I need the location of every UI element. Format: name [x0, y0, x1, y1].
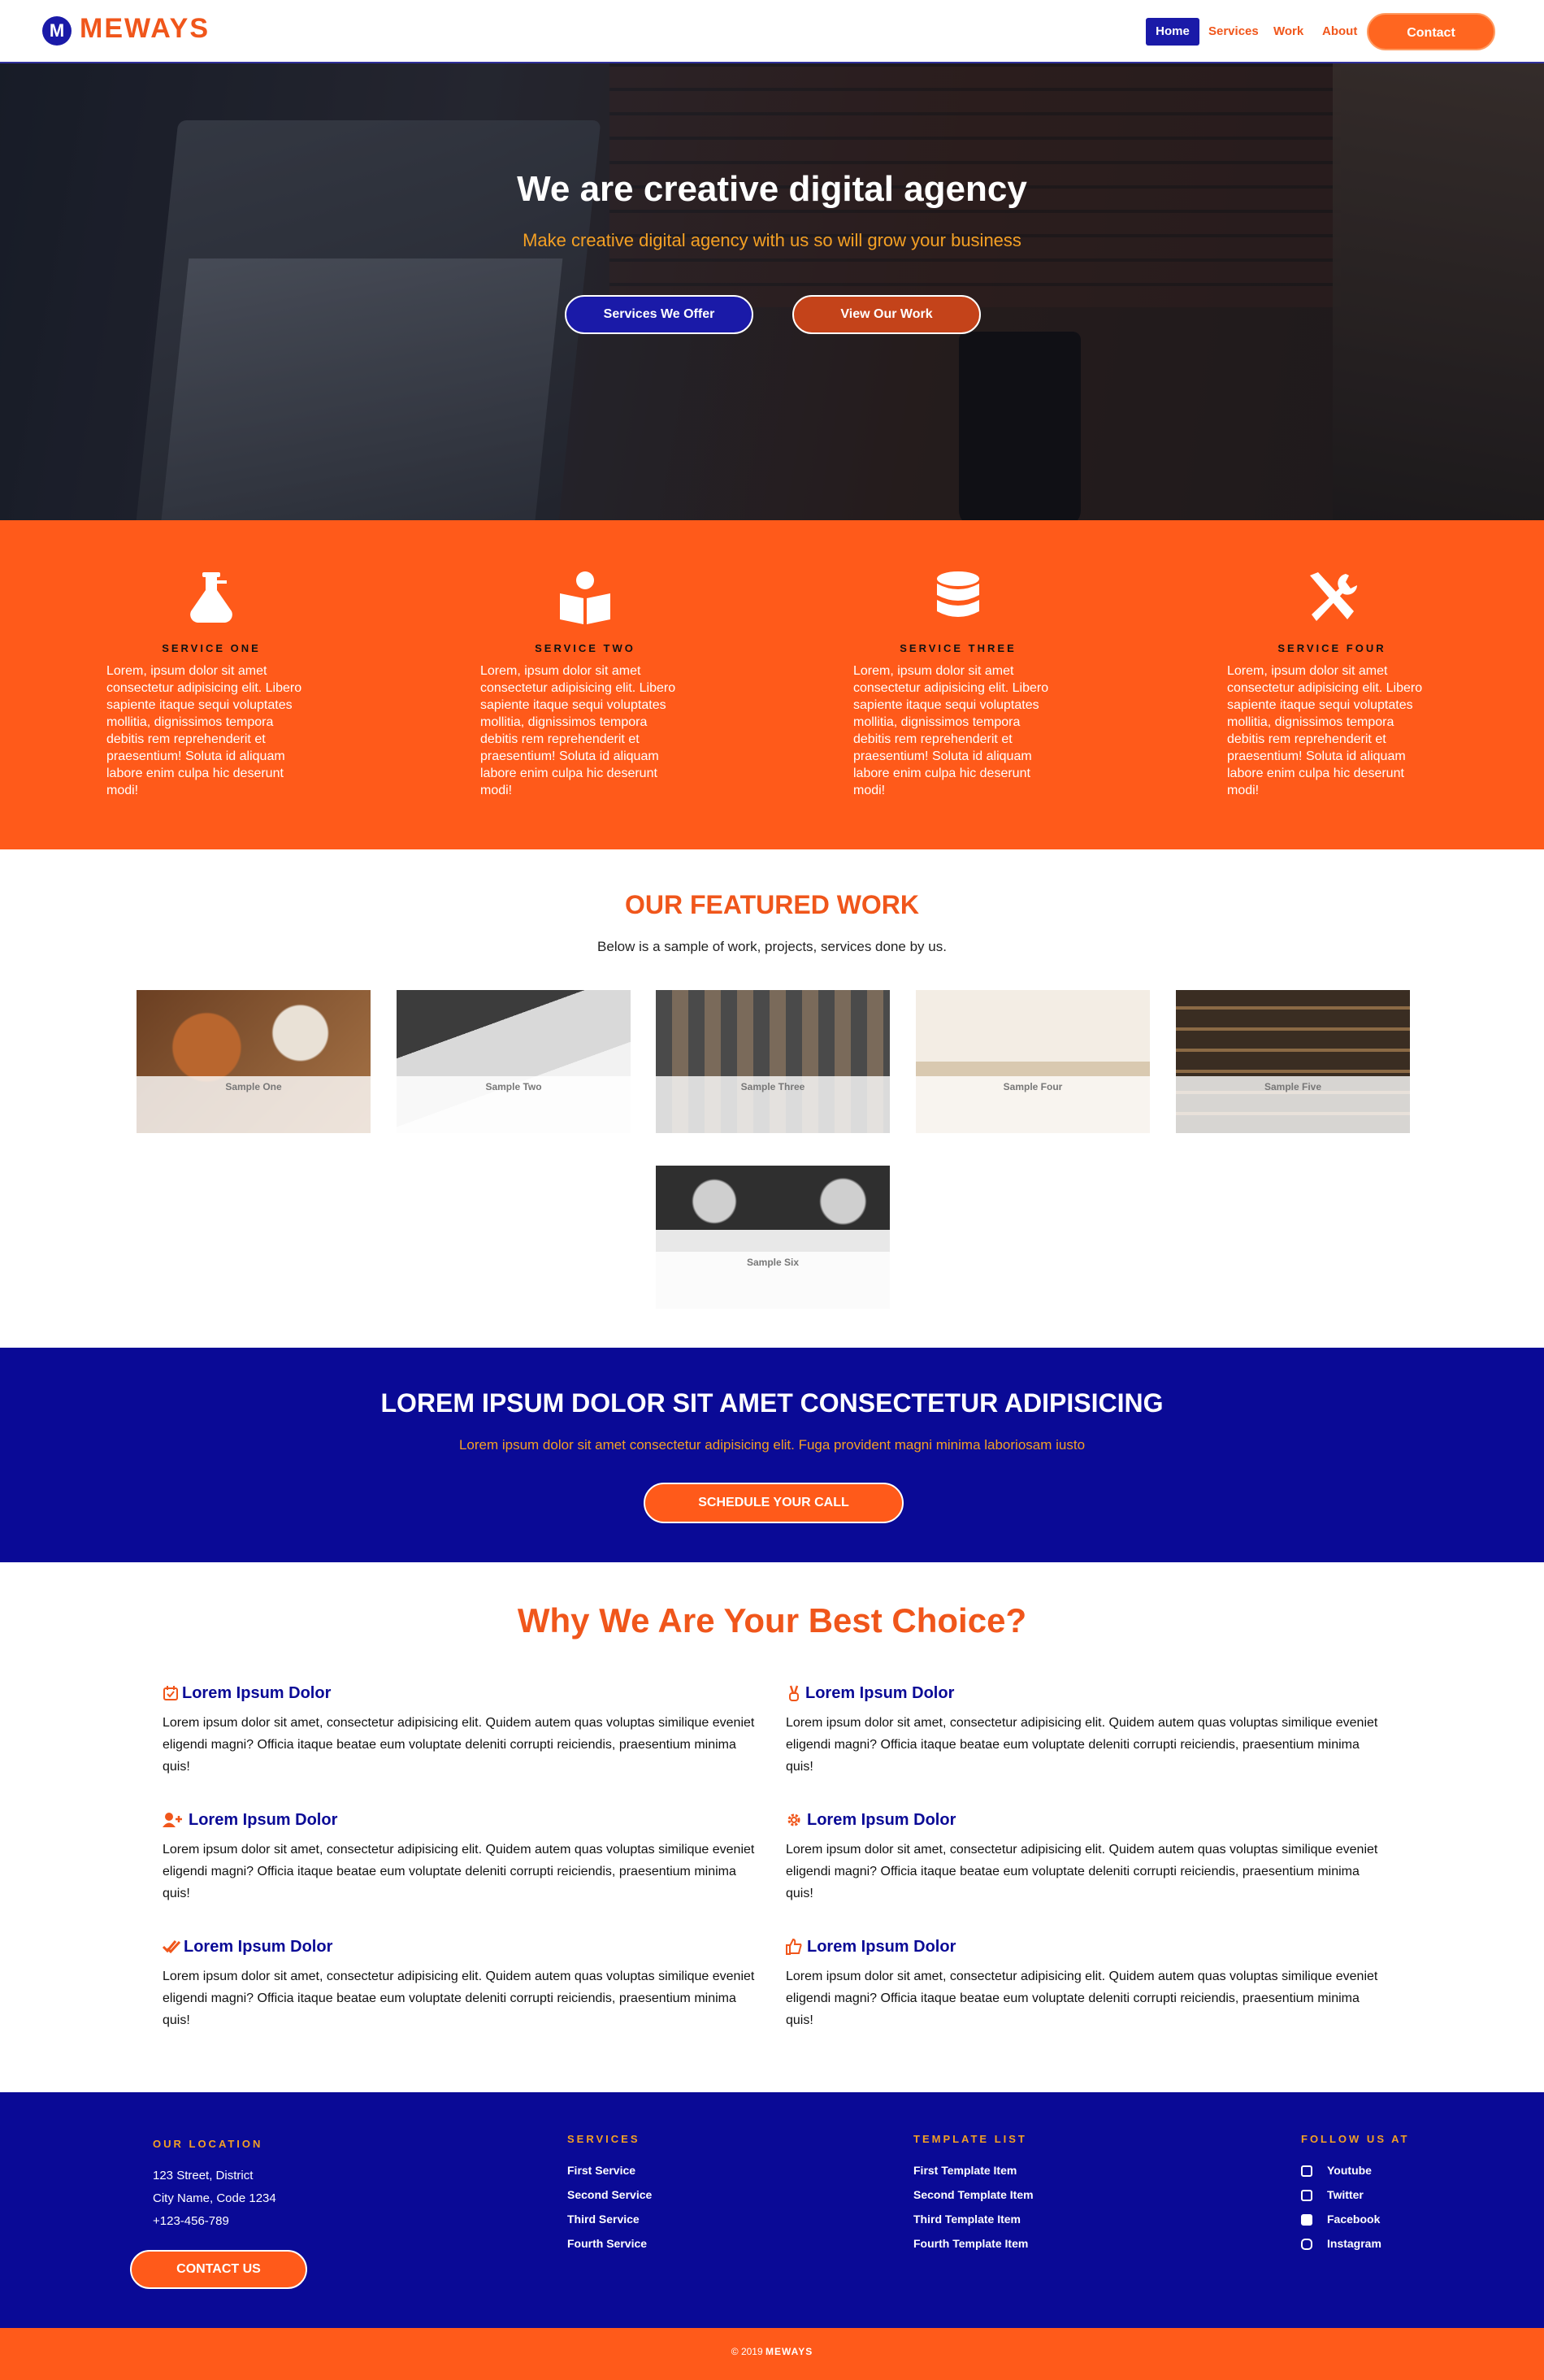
nav-work-link[interactable]: Work — [1273, 18, 1303, 46]
brand-logo[interactable]: MEWAYS — [80, 13, 210, 45]
work-label: Sample One — [225, 1081, 282, 1092]
victory-hand-icon — [789, 1685, 799, 1701]
view-our-work-button[interactable]: View Our Work — [792, 295, 981, 334]
service-title: SERVICE THREE — [900, 642, 1017, 654]
why-choose-title: Why We Are Your Best Choice? — [517, 1601, 1027, 1640]
service-text: Lorem, ipsum dolor sit amet consectetur … — [480, 664, 676, 797]
service-title: SERVICE ONE — [162, 642, 261, 654]
footer-template-link[interactable]: Third Template Item — [913, 2213, 1021, 2226]
why-text: Lorem ipsum dolor sit amet, consectetur … — [163, 1843, 755, 1900]
service-text: Lorem, ipsum dolor sit amet consectetur … — [853, 664, 1049, 797]
footer-address-line: City Name, Code 1234 — [153, 2191, 276, 2205]
cta-title: LOREM IPSUM DOLOR SIT AMET CONSECTETUR A… — [380, 1388, 1164, 1418]
footer-services-heading: SERVICES — [567, 2133, 640, 2145]
nav-contact-button[interactable]: Contact — [1367, 13, 1495, 50]
why-heading: Lorem Ipsum Dolor — [163, 1936, 332, 1957]
service-text: Lorem, ipsum dolor sit amet consectetur … — [106, 664, 302, 797]
footer-template-link[interactable]: Fourth Template Item — [913, 2237, 1028, 2250]
footer-service-link[interactable]: Second Service — [567, 2188, 652, 2201]
footer-template-heading: TEMPLATE LIST — [913, 2133, 1027, 2145]
why-heading: Lorem Ipsum Dolor — [163, 1683, 331, 1704]
calendar-check-icon — [163, 1686, 178, 1700]
thumbs-up-icon — [786, 1939, 802, 1955]
double-check-icon — [163, 1940, 180, 1954]
footer-template-link[interactable]: First Template Item — [913, 2164, 1017, 2177]
social-link-facebook[interactable]: Facebook — [1327, 2213, 1380, 2226]
footer-contact-button[interactable]: CONTACT US — [130, 2250, 307, 2289]
top-navbar: M MEWAYS Home Services Work About Contac… — [0, 0, 1544, 63]
why-heading-text: Lorem Ipsum Dolor — [182, 1684, 332, 1702]
copyright-bar: © 2019 MEWAYS — [0, 2328, 1544, 2380]
why-heading-text: Lorem Ipsum Dolor — [189, 1811, 338, 1829]
work-label: Sample Five — [1264, 1081, 1322, 1092]
services-section: SERVICE ONE Lorem, ipsum dolor sit amet … — [0, 520, 1544, 849]
nav-home-link[interactable]: Home — [1146, 18, 1199, 46]
schedule-call-button[interactable]: SCHEDULE YOUR CALL — [644, 1483, 904, 1523]
why-text: Lorem ipsum dolor sit amet, consectetur … — [786, 1843, 1378, 1900]
social-link-twitter[interactable]: Twitter — [1327, 2188, 1364, 2201]
flask-icon — [190, 572, 232, 623]
why-heading-text: Lorem Ipsum Dolor — [807, 1811, 956, 1829]
footer-service-link[interactable]: First Service — [567, 2164, 635, 2177]
hero-subtitle: Make creative digital agency with us so … — [523, 230, 1021, 250]
why-text: Lorem ipsum dolor sit amet, consectetur … — [786, 1970, 1378, 2027]
hero-title: We are creative digital agency — [517, 169, 1027, 209]
nav-services-link[interactable]: Services — [1208, 18, 1259, 46]
copyright-brand: MEWAYS — [765, 2346, 813, 2357]
hero-overlay — [0, 63, 1544, 520]
footer: OUR LOCATION 123 Street, District City N… — [0, 2092, 1544, 2328]
work-label: Sample Three — [740, 1081, 805, 1092]
featured-work-title: OUR FEATURED WORK — [624, 890, 920, 919]
why-heading: Lorem Ipsum Dolor — [786, 1936, 956, 1957]
footer-address-line: 123 Street, District — [153, 2169, 254, 2182]
service-title: SERVICE FOUR — [1277, 642, 1386, 654]
copyright-text: © 2019 MEWAYS — [0, 2346, 1544, 2357]
youtube-icon — [1301, 2165, 1312, 2177]
copyright-year: © 2019 — [731, 2346, 763, 2357]
call-to-action-section: LOREM IPSUM DOLOR SIT AMET CONSECTETUR A… — [0, 1348, 1544, 1562]
book-reader-icon — [560, 571, 610, 624]
work-label: Sample Two — [485, 1081, 542, 1092]
instagram-icon — [1301, 2239, 1312, 2250]
why-heading: Lorem Ipsum Dolor — [786, 1809, 956, 1831]
facebook-icon — [1301, 2214, 1312, 2226]
tools-icon — [1310, 572, 1357, 621]
footer-service-link[interactable]: Third Service — [567, 2213, 640, 2226]
logo-icon[interactable]: M — [42, 16, 72, 46]
hero-section: We are creative digital agency Make crea… — [0, 63, 1544, 520]
work-card[interactable]: Sample Six — [656, 1166, 890, 1309]
work-card[interactable]: Sample Five — [1176, 990, 1410, 1133]
footer-location-heading: OUR LOCATION — [153, 2138, 263, 2150]
why-text: Lorem ipsum dolor sit amet, consectetur … — [786, 1716, 1378, 1774]
nav-about-link[interactable]: About — [1322, 18, 1357, 46]
why-heading: Lorem Ipsum Dolor — [786, 1683, 954, 1704]
footer-service-link[interactable]: Fourth Service — [567, 2237, 647, 2250]
database-icon — [937, 571, 979, 617]
work-card[interactable]: Sample Two — [397, 990, 631, 1133]
social-link-youtube[interactable]: Youtube — [1327, 2164, 1372, 2177]
cta-subtitle: Lorem ipsum dolor sit amet consectetur a… — [458, 1437, 1086, 1453]
why-heading-text: Lorem Ipsum Dolor — [805, 1684, 955, 1702]
service-text: Lorem, ipsum dolor sit amet consectetur … — [1227, 664, 1423, 797]
user-plus-icon — [163, 1813, 182, 1827]
service-title: SERVICE TWO — [535, 642, 635, 654]
footer-template-link[interactable]: Second Template Item — [913, 2188, 1034, 2201]
work-label: Sample Six — [746, 1257, 800, 1268]
social-link-instagram[interactable]: Instagram — [1327, 2237, 1381, 2250]
services-we-offer-button[interactable]: Services We Offer — [565, 295, 753, 334]
work-card[interactable]: Sample Four — [916, 990, 1150, 1133]
work-label: Sample Four — [1003, 1081, 1063, 1092]
why-heading-text: Lorem Ipsum Dolor — [807, 1938, 956, 1956]
cog-icon — [787, 1813, 800, 1826]
footer-follow-heading: FOLLOW US AT — [1301, 2133, 1410, 2145]
work-card[interactable]: Sample Three — [656, 990, 890, 1133]
footer-phone: +123-456-789 — [153, 2214, 229, 2228]
why-text: Lorem ipsum dolor sit amet, consectetur … — [163, 1716, 755, 1774]
work-card[interactable]: Sample One — [137, 990, 371, 1133]
why-heading-text: Lorem Ipsum Dolor — [184, 1938, 333, 1956]
why-text: Lorem ipsum dolor sit amet, consectetur … — [163, 1970, 755, 2027]
featured-work-subtitle: Below is a sample of work, projects, ser… — [597, 939, 947, 954]
twitter-icon — [1301, 2190, 1312, 2201]
why-heading: Lorem Ipsum Dolor — [163, 1809, 337, 1831]
